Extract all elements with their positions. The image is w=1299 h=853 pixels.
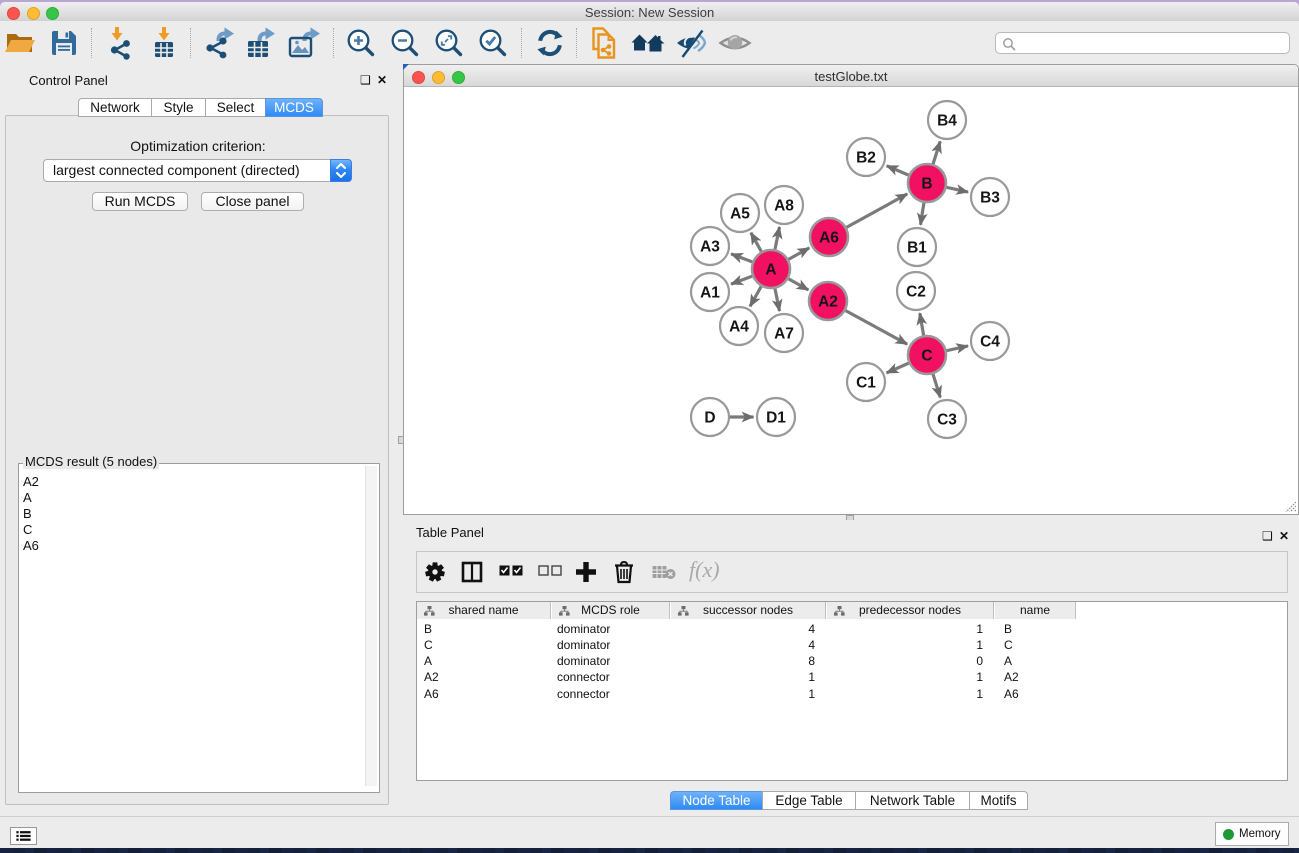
svg-text:C: C: [921, 348, 932, 365]
svg-text:C4: C4: [980, 334, 1000, 351]
svg-text:A4: A4: [729, 319, 749, 336]
svg-text:A8: A8: [774, 198, 794, 215]
svg-text:C3: C3: [937, 412, 957, 429]
svg-text:A3: A3: [700, 239, 720, 256]
svg-text:B: B: [921, 176, 932, 193]
svg-text:D: D: [704, 410, 715, 427]
svg-text:D1: D1: [766, 410, 786, 427]
svg-text:A: A: [765, 262, 776, 279]
svg-text:B4: B4: [937, 113, 957, 130]
svg-text:A2: A2: [818, 294, 838, 311]
svg-text:B1: B1: [907, 240, 927, 257]
svg-text:A1: A1: [700, 285, 720, 302]
svg-text:B2: B2: [856, 150, 876, 167]
svg-text:A5: A5: [730, 206, 750, 223]
svg-text:C1: C1: [856, 375, 876, 392]
svg-text:B3: B3: [980, 190, 1000, 207]
svg-text:A6: A6: [819, 230, 839, 247]
svg-text:A7: A7: [774, 326, 794, 343]
svg-text:C2: C2: [906, 284, 926, 301]
